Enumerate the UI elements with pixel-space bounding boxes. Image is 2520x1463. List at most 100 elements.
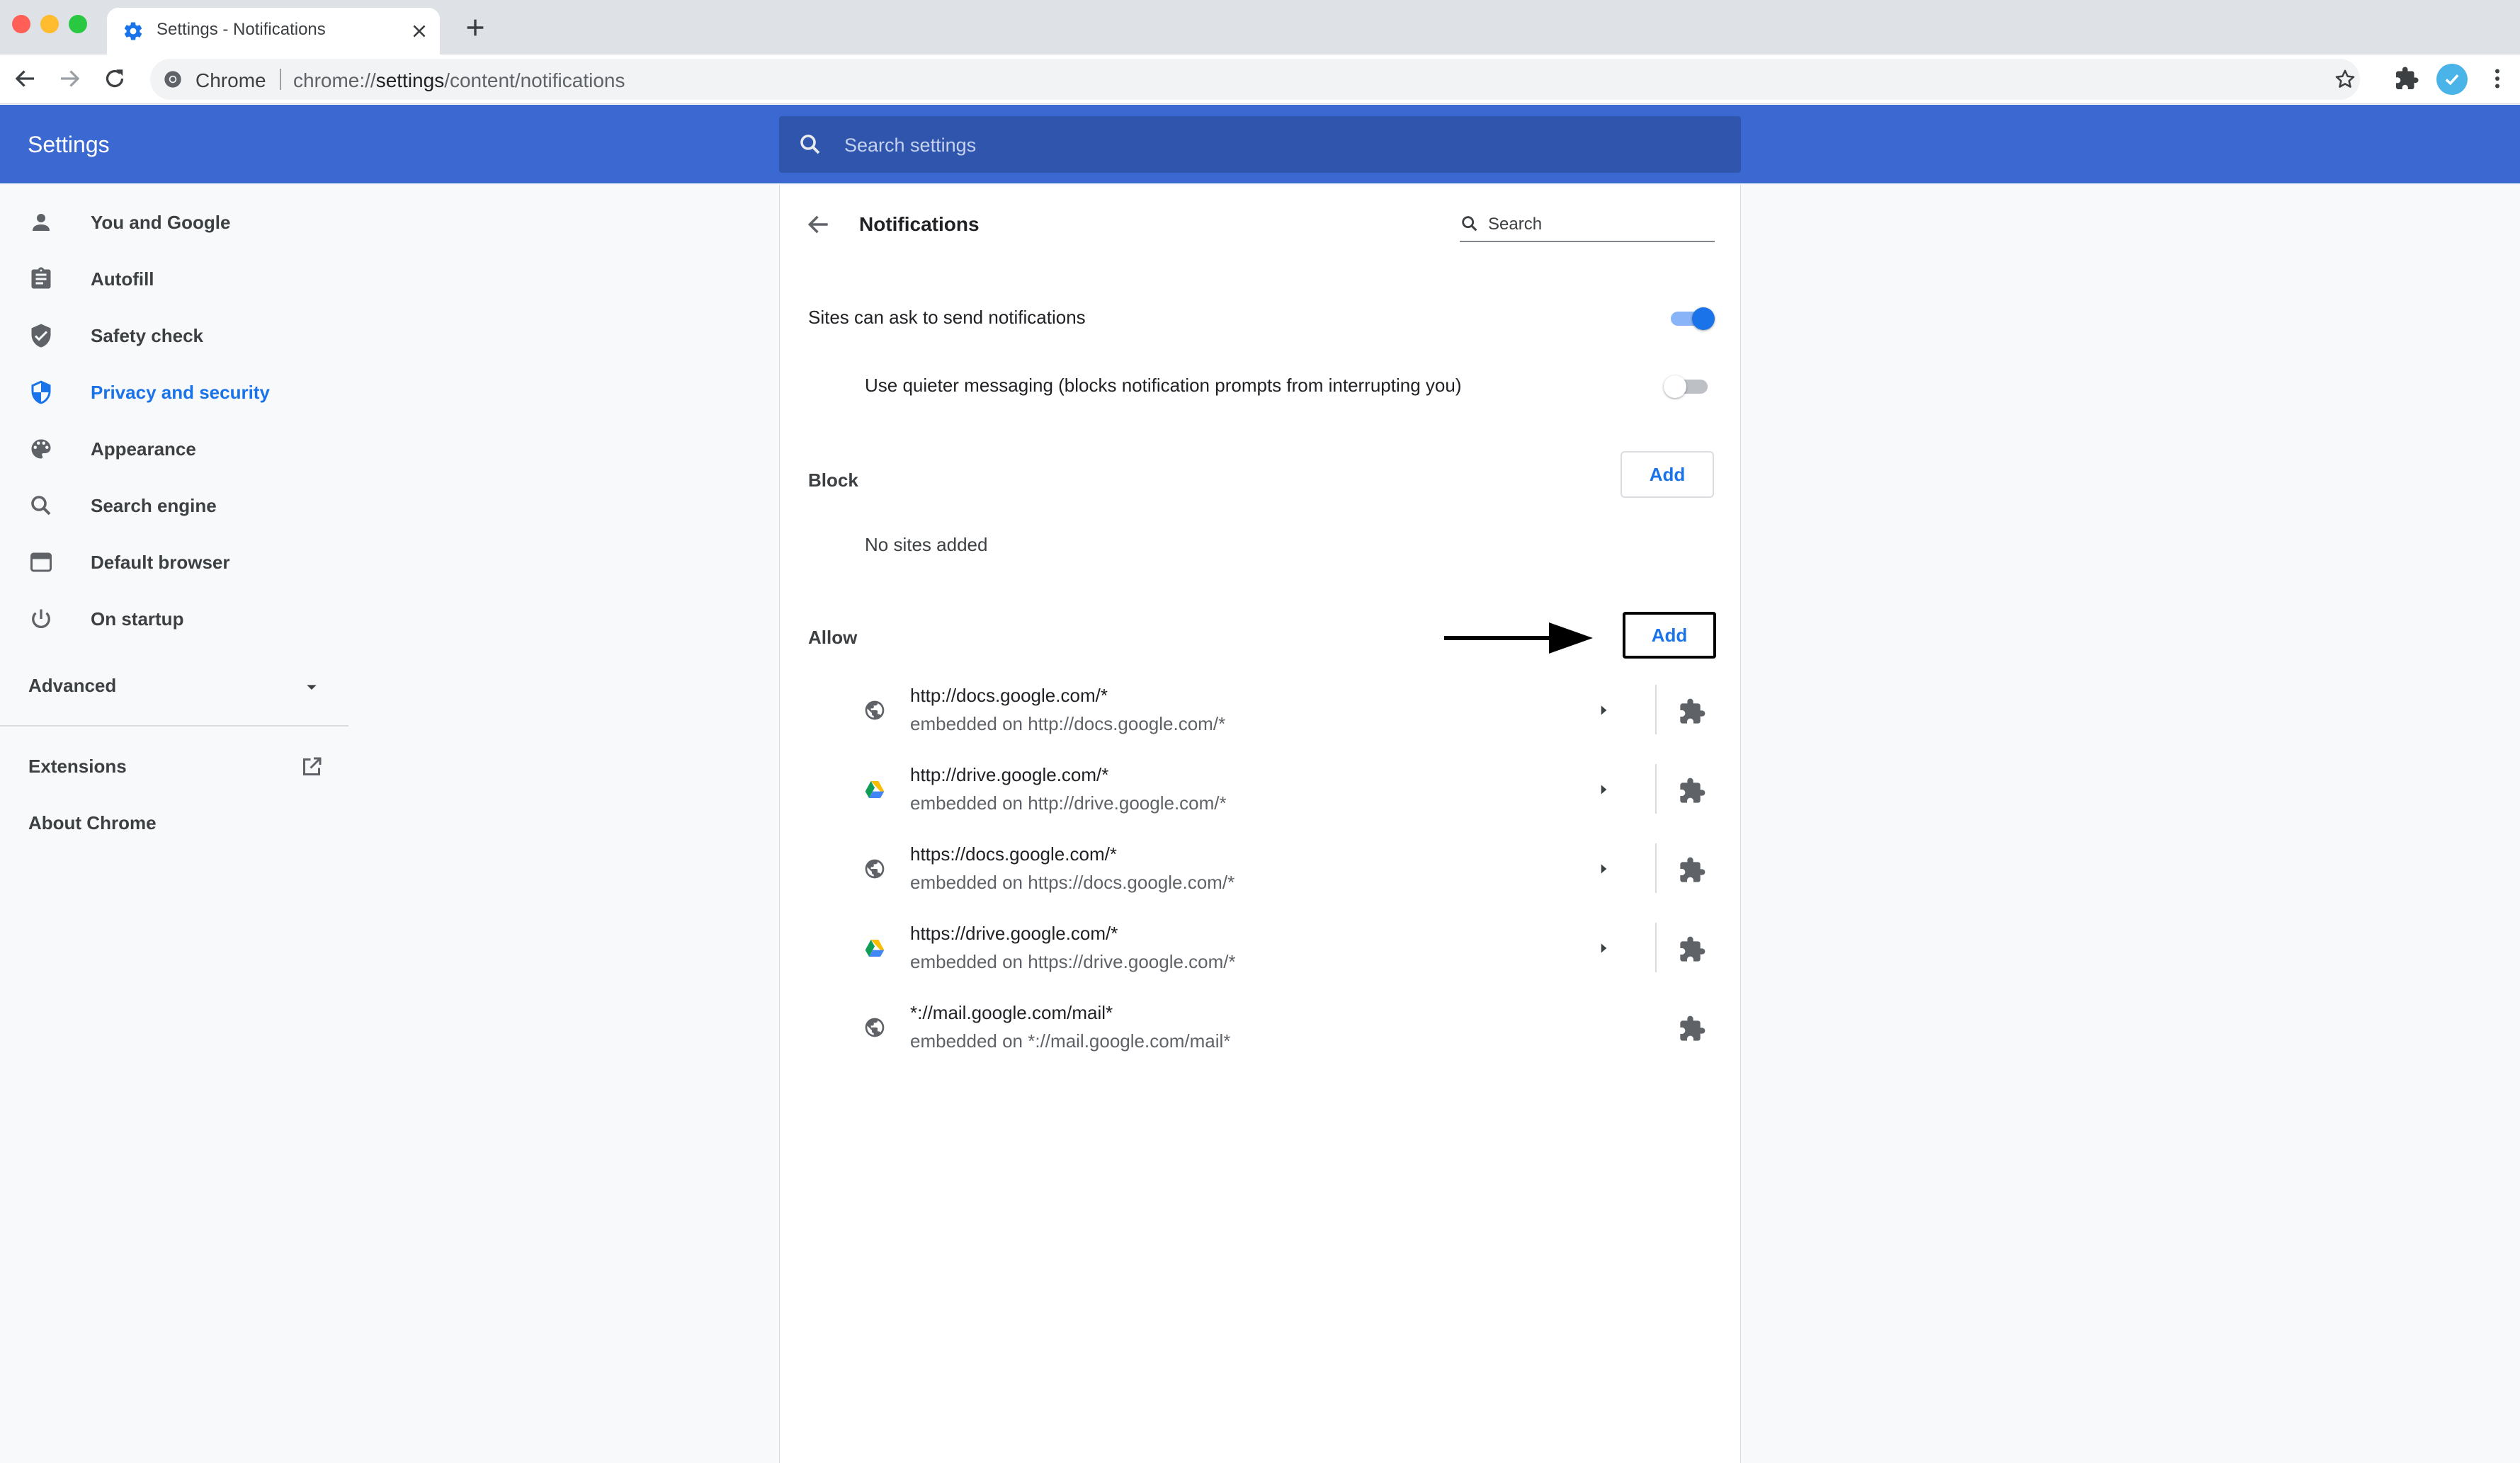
ask-to-send-toggle[interactable]: [1668, 305, 1715, 331]
tab-strip: Settings - Notifications: [0, 0, 2520, 55]
forward-icon[interactable]: [57, 66, 82, 91]
palette-icon: [31, 439, 51, 459]
bookmark-star-icon[interactable]: [2333, 67, 2357, 91]
chevron-down-icon[interactable]: [300, 676, 323, 698]
caret-right-icon[interactable]: [1594, 780, 1613, 799]
allow-add-button[interactable]: Add: [1623, 612, 1716, 659]
sidebar-item-label: Appearance: [91, 438, 196, 460]
sidebar-item-you-and-google[interactable]: You and Google: [0, 198, 348, 247]
globe-icon: [865, 1018, 885, 1037]
settings-title: Settings: [28, 132, 110, 157]
row-separator: [1655, 685, 1657, 734]
omnibox-url: chrome://settings/content/notifications: [293, 69, 625, 92]
site-embedded: embedded on https://docs.google.com/*: [910, 872, 1235, 893]
sidebar-item-label: Privacy and security: [91, 382, 270, 403]
person-icon: [33, 214, 50, 231]
row-separator: [1655, 923, 1657, 972]
list-item[interactable]: https://drive.google.com/* embedded on h…: [780, 910, 1742, 989]
quieter-messaging-toggle[interactable]: [1664, 373, 1710, 399]
block-add-button[interactable]: Add: [1621, 451, 1714, 498]
sidebar-item-privacy-and-security[interactable]: Privacy and security: [0, 368, 348, 417]
puzzle-icon[interactable]: [1678, 777, 1706, 805]
back-icon[interactable]: [13, 66, 38, 91]
more-vert-icon[interactable]: [2485, 66, 2510, 91]
search-icon: [1462, 216, 1477, 232]
sidebar-item-search-engine[interactable]: Search engine: [0, 481, 348, 530]
browser-toolbar: Chrome chrome://settings/content/notific…: [0, 55, 2520, 104]
sidebar-item-safety-check[interactable]: Safety check: [0, 311, 348, 360]
ask-to-send-label: Sites can ask to send notifications: [808, 307, 1086, 328]
close-tab-icon[interactable]: [410, 22, 428, 40]
url-prefix: chrome://: [293, 69, 376, 91]
chrome-icon: [164, 71, 181, 88]
search-icon: [800, 135, 820, 154]
caret-right-icon[interactable]: [1594, 701, 1613, 719]
row-separator: [1655, 843, 1657, 893]
shield-icon: [31, 380, 51, 404]
clipboard-icon: [31, 267, 51, 289]
list-item[interactable]: http://drive.google.com/* embedded on ht…: [780, 751, 1742, 831]
search-settings-field[interactable]: Search settings: [779, 116, 1741, 173]
checkmark-icon: [2445, 74, 2459, 86]
search-settings-placeholder: Search settings: [844, 135, 977, 156]
puzzle-icon[interactable]: [1678, 935, 1706, 964]
block-section-label: Block: [808, 469, 858, 491]
drive-icon: [865, 781, 885, 798]
back-arrow-icon[interactable]: [805, 211, 832, 238]
omnibox-separator: [280, 69, 281, 90]
list-item[interactable]: *://mail.google.com/mail* embedded on *:…: [780, 989, 1742, 1069]
site-pattern: *://mail.google.com/mail*: [910, 1002, 1113, 1023]
profile-avatar[interactable]: [2436, 64, 2468, 95]
shield-check-icon: [31, 324, 51, 348]
sidebar-item-label: Autofill: [91, 268, 154, 290]
minimize-window-button[interactable]: [40, 15, 59, 33]
sidebar-advanced-toggle[interactable]: Advanced: [28, 675, 116, 697]
page-title: Notifications: [859, 213, 980, 235]
zoom-window-button[interactable]: [69, 15, 87, 33]
sidebar-item-autofill[interactable]: Autofill: [0, 254, 348, 304]
browser-window-icon: [30, 552, 52, 572]
row-separator: [1655, 764, 1657, 814]
list-item[interactable]: https://docs.google.com/* embedded on ht…: [780, 831, 1742, 910]
pointer-arrow-icon: [1444, 622, 1593, 654]
sidebar-item-appearance[interactable]: Appearance: [0, 424, 348, 474]
settings-sidebar: You and Google Autofill Safety check Pri…: [0, 183, 348, 1463]
extensions-puzzle-icon[interactable]: [2394, 66, 2419, 91]
sidebar-item-extensions[interactable]: Extensions: [28, 756, 127, 778]
puzzle-icon[interactable]: [1678, 1015, 1706, 1043]
puzzle-icon[interactable]: [1678, 698, 1706, 726]
list-item[interactable]: http://docs.google.com/* embedded on htt…: [780, 672, 1742, 751]
site-pattern: https://docs.google.com/*: [910, 843, 1117, 865]
sidebar-item-about-chrome[interactable]: About Chrome: [28, 812, 157, 834]
reload-icon[interactable]: [102, 66, 127, 91]
tab-settings-notifications[interactable]: Settings - Notifications: [107, 8, 440, 55]
site-embedded: embedded on *://mail.google.com/mail*: [910, 1030, 1231, 1052]
sidebar-item-label: You and Google: [91, 212, 231, 233]
gear-icon: [124, 22, 142, 40]
quieter-messaging-label: Use quieter messaging (blocks notificati…: [865, 375, 1462, 396]
sidebar-divider: [0, 725, 348, 727]
site-embedded: embedded on http://docs.google.com/*: [910, 713, 1226, 734]
address-bar[interactable]: Chrome chrome://settings/content/notific…: [150, 59, 2360, 100]
open-in-new-icon[interactable]: [299, 754, 324, 780]
caret-right-icon[interactable]: [1594, 860, 1613, 878]
settings-header: Settings Search settings: [0, 105, 2520, 183]
globe-icon: [865, 859, 885, 879]
notifications-search-input[interactable]: [1488, 212, 1708, 237]
close-window-button[interactable]: [12, 15, 30, 33]
new-tab-icon[interactable]: [463, 16, 487, 40]
sidebar-item-label: Search engine: [91, 495, 217, 516]
url-host: settings: [375, 69, 445, 91]
notifications-card: Notifications Sites can ask to send noti…: [779, 185, 1741, 1463]
caret-right-icon[interactable]: [1594, 939, 1613, 957]
notifications-search[interactable]: [1460, 210, 1715, 242]
sidebar-item-label: Default browser: [91, 552, 230, 573]
site-embedded: embedded on http://drive.google.com/*: [910, 792, 1227, 814]
puzzle-icon[interactable]: [1678, 856, 1706, 884]
sidebar-item-default-browser[interactable]: Default browser: [0, 537, 348, 587]
sidebar-item-on-startup[interactable]: On startup: [0, 594, 348, 644]
sidebar-item-label: Safety check: [91, 325, 203, 346]
site-pattern: http://docs.google.com/*: [910, 685, 1108, 706]
site-pattern: https://drive.google.com/*: [910, 923, 1118, 944]
drive-icon: [865, 940, 885, 957]
